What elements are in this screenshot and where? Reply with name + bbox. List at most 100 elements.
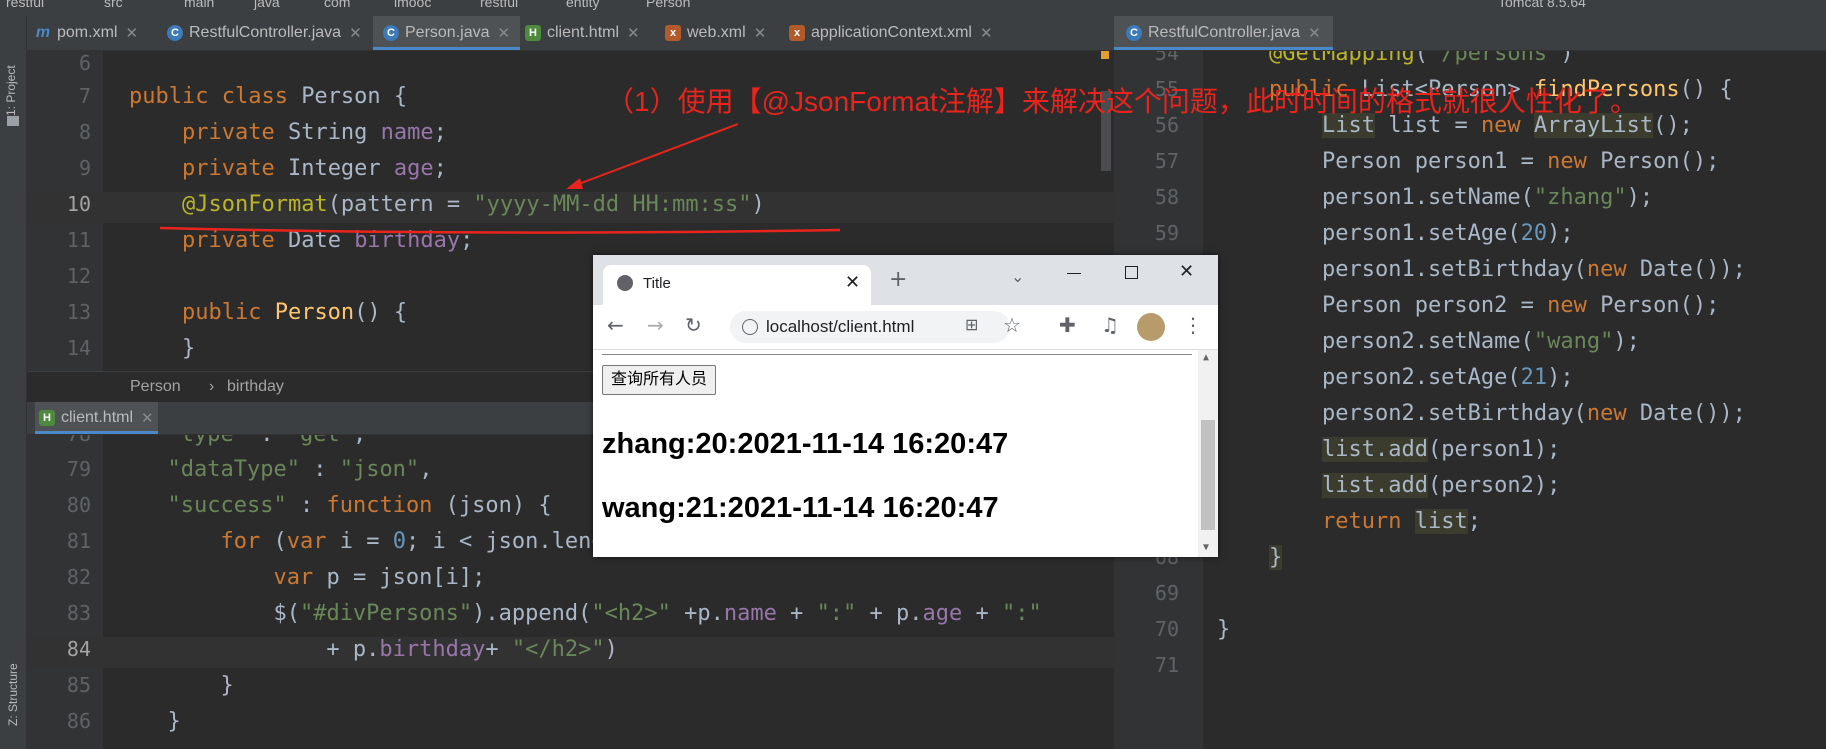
line-number: 12	[66, 264, 91, 288]
tab-restfulcontroller-right[interactable]: C RestfulController.java ✕	[1114, 16, 1333, 50]
close-window-icon[interactable]: ✕	[1179, 261, 1194, 282]
code-line: $("#divPersons").append("<h2>" +p.name +…	[141, 601, 1042, 626]
scroll-up-icon[interactable]: ▲	[1203, 352, 1209, 363]
code-line: }	[141, 709, 181, 734]
breadcrumb-imooc[interactable]: imooc	[394, 0, 431, 10]
html-file-icon: H	[525, 25, 541, 41]
code-line: "type" : "get",	[141, 435, 367, 447]
globe-icon	[617, 275, 633, 291]
scroll-thumb[interactable]	[1201, 420, 1215, 530]
query-all-button[interactable]: 查询所有人员	[602, 365, 717, 395]
line-number: 11	[66, 228, 91, 252]
browser-toolbar: ← → ↻ localhost/client.html ⊞ ☆ ✚ ♫ ⋮	[593, 305, 1218, 350]
line-number: 84	[66, 637, 91, 661]
breadcrumb-src[interactable]: src	[104, 0, 123, 10]
page-content: 查询所有人员 zhang:20:2021-11-14 16:20:47 wang…	[593, 350, 1198, 557]
maximize-icon[interactable]	[1125, 266, 1138, 279]
code-line: private Integer age;	[181, 156, 447, 181]
code-line: }	[129, 336, 196, 361]
tab-label: RestfulController.java	[189, 24, 342, 41]
forward-icon[interactable]: →	[647, 313, 664, 337]
divider	[602, 354, 1192, 355]
code-line: list.add(person2);	[1321, 473, 1561, 498]
project-tool-button[interactable]: 1: Project	[4, 65, 18, 116]
maven-icon: m	[35, 24, 51, 41]
line-number: 78	[27, 435, 91, 446]
structure-tool-button[interactable]: Z: Structure	[6, 663, 20, 726]
controller-editor[interactable]: 54 @GetMapping("/persons") 55 public List<…	[1114, 51, 1826, 749]
media-icon[interactable]: ♫	[1101, 313, 1119, 337]
back-icon[interactable]: ←	[607, 313, 624, 337]
line-number: 86	[66, 709, 91, 733]
tab-applicationcontext-xml[interactable]: x applicationContext.xml ✕	[789, 16, 993, 50]
breadcrumb-entity[interactable]: entity	[566, 0, 599, 10]
close-icon[interactable]: ✕	[141, 409, 154, 427]
translate-icon[interactable]: ⊞	[965, 315, 978, 334]
code-line: person1.setAge(20);	[1269, 221, 1574, 246]
breadcrumb-com[interactable]: com	[324, 0, 350, 10]
breadcrumb-java[interactable]: java	[254, 0, 280, 10]
close-icon[interactable]: ✕	[125, 24, 138, 42]
chevron-right-icon: ›	[209, 378, 215, 395]
class-icon: C	[1126, 25, 1142, 41]
close-tab-icon[interactable]: ✕	[845, 272, 860, 293]
close-icon[interactable]: ✕	[980, 24, 993, 42]
menu-icon[interactable]: ⋮	[1183, 313, 1203, 337]
page-scrollbar[interactable]: ▲ ▼	[1198, 350, 1218, 557]
line-number: 14	[66, 336, 91, 360]
browser-window[interactable]: Title ✕ + ⌄ ✕ ← → ↻ localhost/client.htm…	[593, 255, 1218, 557]
line-number: 71	[1154, 653, 1179, 677]
close-icon[interactable]: ✕	[627, 24, 640, 42]
tab-client-html-bottom[interactable]: H client.html ✕	[35, 402, 158, 434]
tab-pom-xml[interactable]: m pom.xml ✕	[35, 16, 138, 50]
xml-file-icon: x	[789, 25, 805, 41]
annotation-note: （1）使用【@JsonFormat注解】来解决这个问题，此时时间的格式就很人性化…	[606, 86, 1638, 117]
line-number: 85	[66, 673, 91, 697]
code-line: + p.birthday+ "</h2>")	[141, 637, 618, 662]
code-line: person2.setName("wang");	[1269, 329, 1640, 354]
line-number: 8	[78, 120, 91, 144]
breadcrumb-main[interactable]: main	[184, 0, 214, 10]
code-line: "dataType" : "json",	[167, 457, 433, 482]
line-number: 57	[1154, 149, 1179, 173]
new-tab-icon[interactable]: +	[889, 267, 907, 292]
star-icon[interactable]: ☆	[1003, 313, 1021, 337]
close-icon[interactable]: ✕	[1308, 24, 1321, 42]
code-line: return list;	[1321, 509, 1481, 534]
code-line: private Date birthday;	[181, 228, 474, 253]
tab-restfulcontroller[interactable]: C RestfulController.java ✕	[167, 16, 362, 50]
reload-icon[interactable]: ↻	[685, 313, 702, 337]
tab-client-html[interactable]: H client.html ✕	[525, 16, 640, 50]
extensions-icon[interactable]: ✚	[1059, 313, 1076, 337]
warning-marker[interactable]	[1101, 51, 1109, 59]
close-icon[interactable]: ✕	[498, 24, 511, 42]
line-number: 13	[66, 300, 91, 324]
breadcrumb-restful[interactable]: restful	[480, 0, 518, 10]
tab-person-java[interactable]: C Person.java ✕	[373, 16, 521, 50]
run-config-select[interactable]: Tomcat 8.5.64	[1498, 0, 1586, 10]
line-number: 59	[1154, 221, 1179, 245]
scroll-down-icon[interactable]: ▼	[1203, 542, 1209, 553]
line-number: 81	[66, 529, 91, 553]
breadcrumb-class[interactable]: Person	[130, 378, 181, 396]
chevron-down-icon[interactable]: ⌄	[1011, 267, 1024, 286]
code-line: @GetMapping("/persons")	[1269, 51, 1574, 66]
browser-tab[interactable]: Title ✕	[603, 265, 871, 305]
minimize-icon[interactable]	[1067, 273, 1081, 274]
tab-web-xml[interactable]: x web.xml ✕	[665, 16, 766, 50]
close-icon[interactable]: ✕	[754, 24, 767, 42]
code-line: var p = json[i];	[273, 565, 486, 590]
breadcrumb-person[interactable]: Person	[646, 0, 690, 10]
close-icon[interactable]: ✕	[349, 24, 362, 42]
info-icon[interactable]	[742, 319, 758, 335]
class-icon: C	[383, 25, 399, 41]
code-line: person2.setBirthday(new Date());	[1269, 401, 1746, 426]
code-line: Person person2 = new Person();	[1269, 293, 1720, 318]
avatar[interactable]	[1137, 313, 1165, 341]
breadcrumb-root[interactable]: restful	[6, 0, 44, 10]
line-number: 54	[1154, 51, 1179, 65]
browser-titlebar: Title ✕ + ⌄ ✕	[593, 255, 1218, 305]
result-row: zhang:20:2021-11-14 16:20:47	[602, 428, 1009, 460]
line-number: 69	[1154, 581, 1179, 605]
breadcrumb-field[interactable]: birthday	[227, 378, 284, 396]
